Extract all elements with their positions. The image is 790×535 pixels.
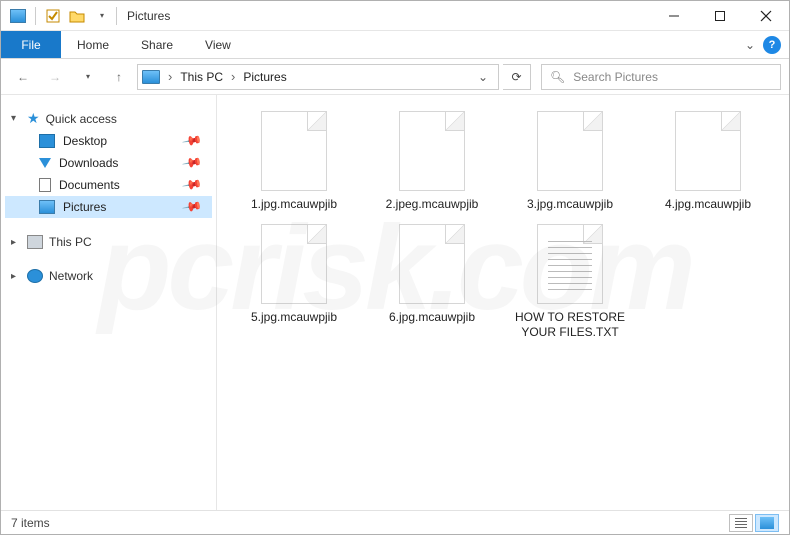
chevron-down-icon: ▾ xyxy=(11,113,21,124)
network-icon xyxy=(27,269,43,283)
file-item[interactable]: 4.jpg.mcauwpjib xyxy=(653,111,763,212)
file-icon xyxy=(399,224,465,304)
file-icon xyxy=(675,111,741,191)
sidebar-network[interactable]: ▸ Network xyxy=(5,266,212,286)
view-details-button[interactable] xyxy=(729,514,753,532)
titlebar: ▾ Pictures xyxy=(1,1,789,31)
sidebar-item-label: Downloads xyxy=(59,156,118,170)
location-icon xyxy=(142,70,160,84)
file-item[interactable]: 3.jpg.mcauwpjib xyxy=(515,111,625,212)
desktop-icon xyxy=(39,134,55,148)
window-title: Pictures xyxy=(127,9,170,23)
pin-icon: 📌 xyxy=(181,152,203,174)
file-view[interactable]: 1.jpg.mcauwpjib 2.jpeg.mcauwpjib 3.jpg.mca… xyxy=(217,95,789,510)
pin-icon: 📌 xyxy=(181,196,203,218)
chevron-right-icon: ▸ xyxy=(11,237,21,248)
chevron-right-icon: ▸ xyxy=(11,271,21,282)
file-item[interactable]: 6.jpg.mcauwpjib xyxy=(377,224,487,340)
maximize-button[interactable] xyxy=(697,1,743,31)
file-item[interactable]: HOW TO RESTORE YOUR FILES.TXT xyxy=(515,224,625,340)
quick-access-toolbar: ▾ xyxy=(1,5,112,27)
file-icon xyxy=(261,224,327,304)
breadcrumb-part-0[interactable]: This PC xyxy=(178,68,225,86)
qat-dropdown[interactable]: ▾ xyxy=(90,5,112,27)
file-name-label: 5.jpg.mcauwpjib xyxy=(251,310,337,325)
minimize-button[interactable] xyxy=(651,1,697,31)
navigation-pane: ▾ ★ Quick access Desktop 📌 Downloads 📌 D… xyxy=(1,95,217,510)
sidebar-this-pc[interactable]: ▸ This PC xyxy=(5,232,212,252)
qat-properties-button[interactable] xyxy=(42,5,64,27)
file-icon xyxy=(399,111,465,191)
tab-home[interactable]: Home xyxy=(61,31,125,58)
app-icon[interactable] xyxy=(7,5,29,27)
sidebar-label: Network xyxy=(49,269,93,283)
star-icon: ★ xyxy=(27,110,40,127)
ribbon-tabs: File Home Share View ⌄ ? xyxy=(1,31,789,59)
breadcrumb-part-1[interactable]: Pictures xyxy=(241,68,288,86)
file-item[interactable]: 1.jpg.mcauwpjib xyxy=(239,111,349,212)
item-count-label: 7 items xyxy=(11,516,50,530)
file-name-label: 2.jpeg.mcauwpjib xyxy=(386,197,479,212)
file-icon xyxy=(537,111,603,191)
sidebar-item-documents[interactable]: Documents 📌 xyxy=(5,174,212,196)
pictures-icon xyxy=(39,200,55,214)
breadcrumb-separator xyxy=(164,69,176,84)
large-icons-view-icon xyxy=(760,517,774,529)
tab-share[interactable]: Share xyxy=(125,31,189,58)
file-menu[interactable]: File xyxy=(1,31,61,58)
file-name-label: HOW TO RESTORE YOUR FILES.TXT xyxy=(515,310,625,340)
file-icon xyxy=(261,111,327,191)
explorer-window: pcrisk.com ▾ Pictures File Home Share Vi… xyxy=(0,0,790,535)
refresh-button[interactable]: ⟳ xyxy=(503,64,531,90)
sidebar-label: This PC xyxy=(49,235,92,249)
pin-icon: 📌 xyxy=(181,130,203,152)
file-name-label: 1.jpg.mcauwpjib xyxy=(251,197,337,212)
tab-view[interactable]: View xyxy=(189,31,247,58)
help-button[interactable]: ? xyxy=(763,36,781,54)
search-input[interactable]: 🔍︎ Search Pictures xyxy=(541,64,781,90)
downloads-icon xyxy=(39,158,51,168)
sidebar-item-desktop[interactable]: Desktop 📌 xyxy=(5,130,212,152)
file-name-label: 3.jpg.mcauwpjib xyxy=(527,197,613,212)
search-placeholder: Search Pictures xyxy=(573,70,658,84)
status-bar: 7 items xyxy=(1,510,789,534)
nav-back-button[interactable]: ← xyxy=(9,63,37,91)
view-large-button[interactable] xyxy=(755,514,779,532)
sidebar-quick-access[interactable]: ▾ ★ Quick access xyxy=(5,107,212,130)
pc-icon xyxy=(27,235,43,249)
sidebar-label: Quick access xyxy=(46,112,117,126)
sidebar-item-label: Documents xyxy=(59,178,120,192)
breadcrumb-separator xyxy=(227,69,239,84)
file-item[interactable]: 5.jpg.mcauwpjib xyxy=(239,224,349,340)
sidebar-item-label: Desktop xyxy=(63,134,107,148)
nav-up-button[interactable]: ↑ xyxy=(105,63,133,91)
file-item[interactable]: 2.jpeg.mcauwpjib xyxy=(377,111,487,212)
address-bar[interactable]: This PC Pictures ⌄ xyxy=(137,64,499,90)
sidebar-item-label: Pictures xyxy=(63,200,106,214)
close-button[interactable] xyxy=(743,1,789,31)
qat-newfolder-button[interactable] xyxy=(66,5,88,27)
sidebar-item-pictures[interactable]: Pictures 📌 xyxy=(5,196,212,218)
pin-icon: 📌 xyxy=(181,174,203,196)
ribbon-expand-icon[interactable]: ⌄ xyxy=(745,38,755,52)
file-icon xyxy=(537,224,603,304)
file-name-label: 4.jpg.mcauwpjib xyxy=(665,197,751,212)
navigation-bar: ← → ▾ ↑ This PC Pictures ⌄ ⟳ 🔍︎ Search P… xyxy=(1,59,789,95)
details-view-icon xyxy=(735,518,747,528)
search-icon: 🔍︎ xyxy=(550,70,565,84)
file-name-label: 6.jpg.mcauwpjib xyxy=(389,310,475,325)
nav-forward-button[interactable]: → xyxy=(41,63,69,91)
address-dropdown-icon[interactable]: ⌄ xyxy=(472,70,494,84)
sidebar-item-downloads[interactable]: Downloads 📌 xyxy=(5,152,212,174)
nav-recent-dropdown[interactable]: ▾ xyxy=(73,63,101,91)
documents-icon xyxy=(39,178,51,192)
